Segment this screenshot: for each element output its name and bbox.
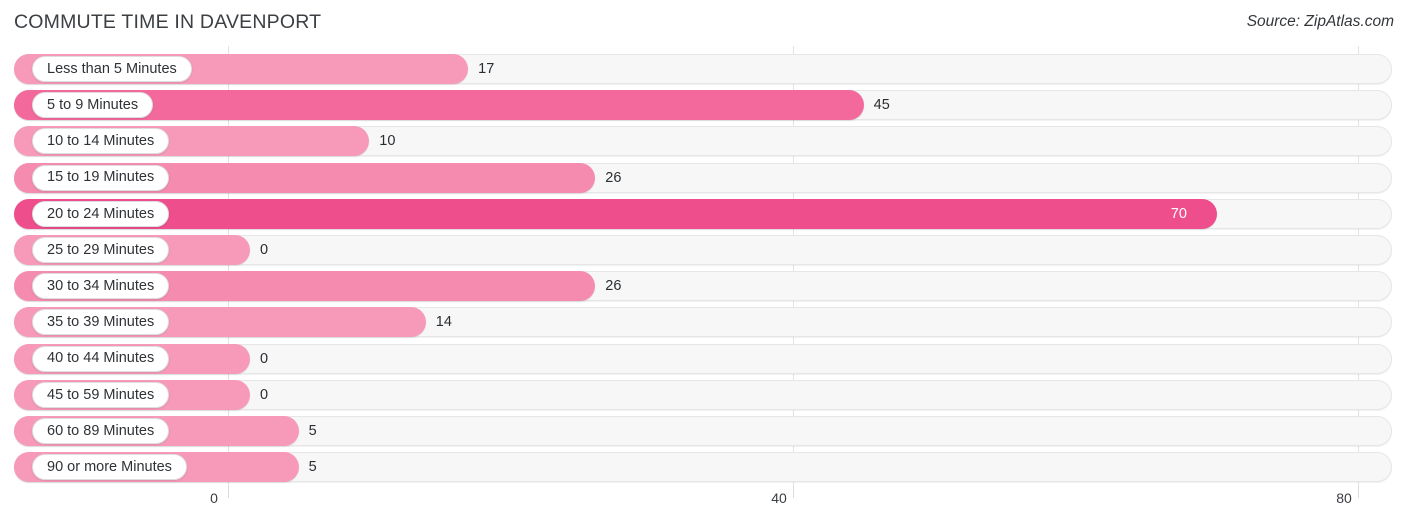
page-title: COMMUTE TIME IN DAVENPORT xyxy=(14,11,322,33)
bar-value-label: 26 xyxy=(605,278,622,295)
bar-row[interactable]: 10 to 14 Minutes 10 xyxy=(14,126,1392,157)
bar-row[interactable]: 35 to 39 Minutes 14 xyxy=(14,307,1392,338)
bar-label-pill: 30 to 34 Minutes xyxy=(32,273,170,300)
bar-category-label: 10 to 14 Minutes xyxy=(47,133,155,150)
bar-row[interactable]: 5 to 9 Minutes 45 xyxy=(14,90,1392,121)
tick-mark-80 xyxy=(1358,486,1359,498)
x-axis: 0 40 80 xyxy=(0,486,1406,523)
bar-row[interactable]: 60 to 89 Minutes 5 xyxy=(14,416,1392,446)
bar-category-label: 20 to 24 Minutes xyxy=(47,205,155,222)
bar-row[interactable]: 90 or more Minutes 5 xyxy=(14,452,1392,483)
tick-label-0: 0 xyxy=(210,490,218,506)
bar-category-label: 25 to 29 Minutes xyxy=(47,241,155,258)
bar-row[interactable]: 15 to 19 Minutes 26 xyxy=(14,162,1392,193)
bar-row[interactable]: Less than 5 Minutes 17 xyxy=(14,54,1392,84)
bar-label-pill: Less than 5 Minutes xyxy=(32,56,192,82)
bar-category-label: 15 to 19 Minutes xyxy=(47,169,155,186)
bar-row[interactable]: 45 to 59 Minutes 0 xyxy=(14,379,1392,410)
bar-value-label: 17 xyxy=(478,61,495,77)
plot-area: Less than 5 Minutes 17 5 to 9 Minutes 45 10 … xyxy=(0,46,1406,486)
bar-category-label: 40 to 44 Minutes xyxy=(47,350,155,367)
bar-label-pill: 35 to 39 Minutes xyxy=(32,309,170,336)
bar-category-label: 35 to 39 Minutes xyxy=(47,314,155,331)
tick-label-80: 80 xyxy=(1336,490,1352,506)
bar-value-label: 0 xyxy=(260,350,269,367)
bar-label-pill: 40 to 44 Minutes xyxy=(32,345,170,372)
source-attribution: Source: ZipAtlas.com xyxy=(1246,13,1394,30)
chart-page: COMMUTE TIME IN DAVENPORT Source: ZipAtl… xyxy=(0,0,1406,523)
tick-mark-0 xyxy=(228,486,229,498)
bar-label-pill: 15 to 19 Minutes xyxy=(32,164,170,191)
tick-label-40: 40 xyxy=(771,490,787,506)
bar-row[interactable]: 30 to 34 Minutes 26 xyxy=(14,271,1392,302)
bar-value-label: 5 xyxy=(308,459,317,476)
bar-value-label: 0 xyxy=(260,386,269,403)
bar-label-pill: 90 or more Minutes xyxy=(32,454,187,481)
bar-value-label: 26 xyxy=(605,169,622,186)
bar-value-label: 10 xyxy=(379,133,396,150)
bar-label-pill: 10 to 14 Minutes xyxy=(32,128,170,155)
bar-rows: Less than 5 Minutes 17 5 to 9 Minutes 45 10 … xyxy=(0,46,1406,486)
tick-mark-40 xyxy=(793,486,794,498)
bar-value-label: 0 xyxy=(260,242,269,258)
bar-value-label: 45 xyxy=(873,97,890,114)
bar-category-label: Less than 5 Minutes xyxy=(47,60,177,77)
bar-label-pill: 5 to 9 Minutes xyxy=(32,92,154,119)
chart-header: COMMUTE TIME IN DAVENPORT Source: ZipAtl… xyxy=(0,0,1406,46)
bar-value-label-inside: 70 xyxy=(1170,205,1187,222)
bar-row[interactable]: 40 to 44 Minutes 0 xyxy=(14,343,1392,374)
bar-fill xyxy=(14,198,1217,229)
bar-category-label: 5 to 9 Minutes xyxy=(47,96,139,113)
bar-label-pill: 60 to 89 Minutes xyxy=(32,418,170,444)
bar-row[interactable]: 25 to 29 Minutes 0 xyxy=(14,235,1392,265)
bar-value-label: 14 xyxy=(435,314,452,331)
bar-value-label: 5 xyxy=(308,423,317,439)
bar-row[interactable]: 20 to 24 Minutes 70 xyxy=(14,198,1392,229)
bar-category-label: 45 to 59 Minutes xyxy=(47,386,155,403)
bar-label-pill: 25 to 29 Minutes xyxy=(32,237,170,263)
bar-category-label: 30 to 34 Minutes xyxy=(47,277,155,294)
bar-label-pill: 45 to 59 Minutes xyxy=(32,381,170,408)
bar-label-pill: 20 to 24 Minutes xyxy=(32,200,170,227)
bar-category-label: 60 to 89 Minutes xyxy=(47,422,155,439)
bar-category-label: 90 or more Minutes xyxy=(47,458,172,475)
